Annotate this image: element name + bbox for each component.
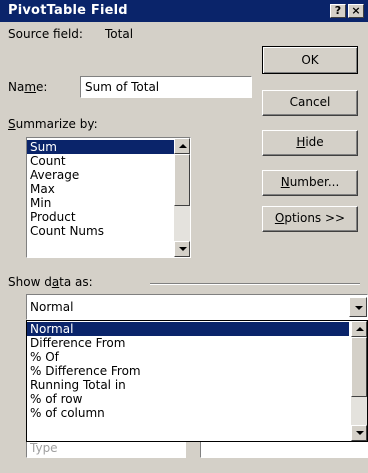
show-data-as-option[interactable]: % Difference From bbox=[27, 364, 349, 378]
dropdown-scroll-thumb[interactable] bbox=[351, 337, 367, 397]
ok-button[interactable]: OK bbox=[262, 46, 358, 74]
summarize-scrollbar[interactable] bbox=[174, 138, 190, 257]
show-data-as-dropdown-list[interactable]: Normal Difference From% Of% Difference Fr… bbox=[26, 320, 368, 442]
number-button[interactable]: Number... bbox=[262, 170, 358, 196]
show-data-as-option[interactable]: Normal bbox=[27, 322, 349, 336]
name-label: Name: bbox=[8, 80, 48, 94]
scroll-thumb[interactable] bbox=[174, 154, 190, 206]
pivottable-field-dialog: PivotTable Field ? × Source field: Total… bbox=[0, 0, 368, 473]
arrow-up-icon bbox=[356, 327, 364, 331]
summarize-option[interactable]: Count bbox=[27, 154, 174, 168]
show-data-as-combo[interactable]: Normal bbox=[26, 294, 368, 320]
dropdown-scroll-down[interactable] bbox=[351, 425, 367, 441]
show-data-as-label: Show data as: bbox=[8, 275, 93, 289]
summarize-option[interactable]: Average bbox=[27, 168, 174, 182]
close-icon: × bbox=[351, 4, 361, 17]
hide-button[interactable]: Hide bbox=[262, 130, 358, 156]
title-bar[interactable]: PivotTable Field ? × bbox=[0, 0, 368, 22]
scroll-up-button[interactable] bbox=[174, 138, 190, 154]
show-data-as-option[interactable]: % of row bbox=[27, 392, 349, 406]
source-field-value: Total bbox=[105, 27, 134, 41]
help-icon: ? bbox=[334, 4, 342, 17]
dropdown-scrollbar[interactable] bbox=[351, 321, 367, 441]
separator-line bbox=[150, 283, 360, 285]
name-input[interactable]: Sum of Total bbox=[80, 76, 252, 98]
cancel-button[interactable]: Cancel bbox=[262, 90, 358, 116]
show-data-as-option[interactable]: Running Total in bbox=[27, 378, 349, 392]
source-field-label: Source field: bbox=[8, 27, 83, 41]
show-data-as-items: Normal Difference From% Of% Difference Fr… bbox=[27, 322, 349, 420]
summarize-listbox[interactable]: Sum Count Average Max Min Product Count Nums bbox=[26, 137, 191, 258]
options-button[interactable]: Options >> bbox=[262, 206, 358, 232]
summarize-option[interactable]: Product bbox=[27, 210, 174, 224]
chevron-down-icon bbox=[355, 306, 363, 310]
close-button[interactable]: × bbox=[348, 4, 364, 18]
arrow-down-icon bbox=[356, 431, 364, 435]
show-data-as-option[interactable]: % Of bbox=[27, 350, 349, 364]
arrow-down-icon bbox=[179, 247, 187, 251]
dropdown-button[interactable] bbox=[349, 297, 367, 317]
summarize-items: Sum Count Average Max Min Product Count Nums bbox=[27, 140, 174, 238]
show-data-as-option[interactable]: % of column bbox=[27, 406, 349, 420]
summarize-option[interactable]: Min bbox=[27, 196, 174, 210]
summarize-option[interactable]: Count Nums bbox=[27, 224, 174, 238]
type-label: Type bbox=[30, 441, 58, 455]
show-data-as-option[interactable]: Difference From bbox=[27, 336, 349, 350]
summarize-option[interactable]: Max bbox=[27, 182, 174, 196]
dialog-title: PivotTable Field bbox=[8, 3, 128, 18]
arrow-up-icon bbox=[179, 144, 187, 148]
summarize-option[interactable]: Sum bbox=[27, 140, 174, 154]
show-data-as-value: Normal bbox=[30, 300, 74, 314]
dropdown-scroll-up[interactable] bbox=[351, 321, 367, 337]
help-button[interactable]: ? bbox=[330, 4, 346, 18]
name-input-value: Sum of Total bbox=[85, 80, 160, 94]
scroll-down-button[interactable] bbox=[174, 241, 190, 257]
summarize-by-label: Summarize by: bbox=[8, 117, 98, 131]
